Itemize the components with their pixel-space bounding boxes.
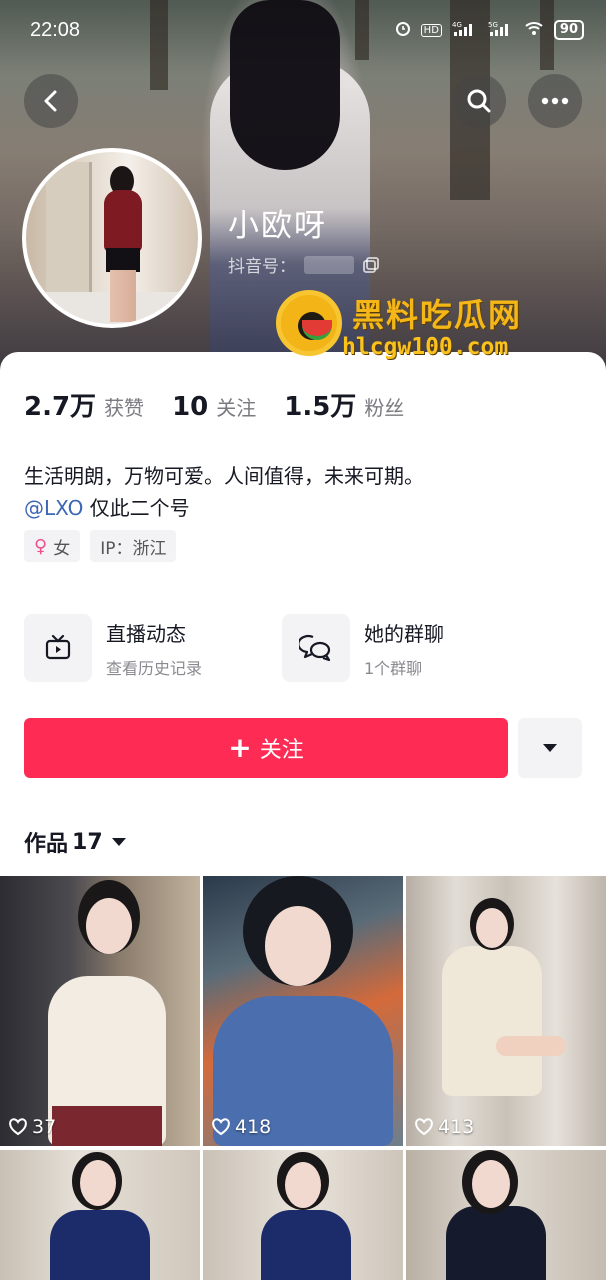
thumb-figure: [446, 1206, 546, 1280]
avatar-figure: [104, 190, 142, 252]
like-count-value: 418: [235, 1116, 272, 1138]
entry-title: 她的群聊: [364, 621, 444, 646]
status-bar: 22:08 HD 4G 5G 90: [0, 0, 606, 62]
mention-link[interactable]: @LXO: [24, 496, 83, 520]
entry-title: 直播动态: [106, 621, 186, 646]
entry-subtitle: 查看历史记录: [106, 658, 203, 678]
like-count: 413: [414, 1116, 474, 1138]
like-count-value: 413: [438, 1116, 475, 1138]
entry-text: 直播动态 查看历史记录: [106, 618, 202, 679]
thumb-face: [476, 908, 508, 948]
profile-stats: 2.7万 获赞 10 关注 1.5万 粉丝: [24, 386, 432, 423]
profile-bio: 生活明朗，万物可爱。人间值得，未来可期。 @LXO 仅此二个号: [24, 460, 424, 524]
video-thumbnail[interactable]: 37: [0, 876, 200, 1146]
entry-subtitle: 1个群聊: [364, 658, 423, 678]
female-icon: ♀: [34, 535, 48, 557]
watermark-url: hlcgw100.com: [342, 334, 509, 360]
follow-label: 关注: [259, 738, 304, 763]
stat-label: 获赞: [104, 396, 145, 420]
stat-label: 粉丝: [364, 396, 405, 420]
thumb-face: [285, 1162, 321, 1208]
heart-icon: [212, 1118, 230, 1136]
avatar[interactable]: [22, 148, 202, 328]
works-label: 作品: [24, 832, 69, 857]
stat-likes: 2.7万 获赞: [24, 386, 144, 423]
bio-text: 仅此二个号: [83, 496, 190, 520]
like-count: 37: [8, 1116, 56, 1138]
svg-text:5G: 5G: [488, 21, 498, 29]
gender-tag: ♀ 女: [24, 530, 81, 562]
copy-icon[interactable]: [362, 256, 380, 274]
4g-signal-icon: 4G: [452, 20, 478, 40]
thumb-figure: [50, 1210, 150, 1280]
douyin-id-value: [304, 255, 354, 274]
alarm-icon: [395, 20, 411, 40]
search-icon: [467, 89, 491, 113]
hd-icon: HD: [420, 23, 442, 37]
wifi-icon: [524, 20, 544, 40]
video-thumbnail[interactable]: 418: [203, 876, 403, 1146]
follow-options-button[interactable]: [518, 718, 582, 778]
bio-line: @LXO 仅此二个号: [24, 492, 424, 524]
thumb-figure: [496, 1036, 566, 1056]
more-button[interactable]: [528, 74, 582, 128]
chat-bubbles-icon: [282, 614, 350, 682]
thumb-face: [472, 1160, 510, 1208]
follow-button[interactable]: + 关注: [24, 718, 508, 778]
status-time: 22:08: [30, 19, 81, 41]
tab-works[interactable]: 作品 17: [24, 826, 127, 858]
video-thumbnail[interactable]: 413: [406, 876, 606, 1146]
thumb-figure: [52, 1106, 162, 1146]
group-chat-entry[interactable]: 她的群聊 1个群聊: [282, 614, 444, 682]
thumb-face: [86, 898, 132, 954]
like-count-value: 37: [32, 1116, 57, 1138]
svg-text:4G: 4G: [452, 21, 462, 29]
gender-label: 女: [53, 538, 71, 559]
chevron-left-icon: [44, 90, 57, 112]
video-thumbnail[interactable]: [406, 1150, 606, 1280]
heart-icon: [415, 1118, 433, 1136]
back-button[interactable]: [24, 74, 78, 128]
status-icons: HD 4G 5G 90: [395, 20, 584, 40]
works-count: 17: [72, 829, 103, 855]
stat-value: 10: [172, 392, 209, 422]
battery-indicator: 90: [553, 20, 584, 40]
tv-icon: [24, 614, 92, 682]
douyin-id-row: 抖音号：: [228, 252, 380, 277]
profile-tags: ♀ 女 IP：浙江: [24, 530, 177, 562]
avatar-figure: [110, 270, 136, 322]
search-button[interactable]: [452, 74, 506, 128]
douyin-id-label: 抖音号：: [228, 257, 296, 277]
stat-value: 2.7万: [24, 392, 97, 422]
video-thumbnail[interactable]: [0, 1150, 200, 1280]
like-count: 418: [211, 1116, 271, 1138]
bio-line: 生活明朗，万物可爱。人间值得，未来可期。: [24, 464, 424, 488]
stat-value: 1.5万: [284, 392, 357, 422]
thumb-face: [80, 1160, 116, 1206]
profile-nickname: 小欧呀: [228, 208, 327, 244]
ip-label: IP：浙江: [100, 538, 167, 559]
heart-icon: [9, 1118, 27, 1136]
avatar-figure: [106, 248, 140, 272]
caret-down-icon: [543, 744, 557, 752]
stat-label: 关注: [216, 396, 257, 420]
live-history-entry[interactable]: 直播动态 查看历史记录: [24, 614, 202, 682]
more-dots-icon: [541, 97, 569, 105]
watermark-title: 黑料吃瓜网: [352, 296, 523, 334]
caret-down-icon: [111, 838, 126, 846]
stat-followers[interactable]: 1.5万 粉丝: [284, 386, 404, 423]
thumb-figure: [261, 1210, 351, 1280]
plus-icon: +: [228, 731, 252, 764]
video-thumbnail[interactable]: [203, 1150, 403, 1280]
stat-following[interactable]: 10 关注: [172, 392, 256, 422]
ip-tag: IP：浙江: [90, 530, 177, 562]
watermark: 黑料吃瓜网 hlcgw100.com: [276, 290, 566, 366]
thumb-face: [265, 906, 331, 986]
entry-text: 她的群聊 1个群聊: [364, 618, 444, 679]
5g-signal-icon: 5G: [488, 20, 514, 40]
thumb-figure: [442, 946, 542, 1096]
